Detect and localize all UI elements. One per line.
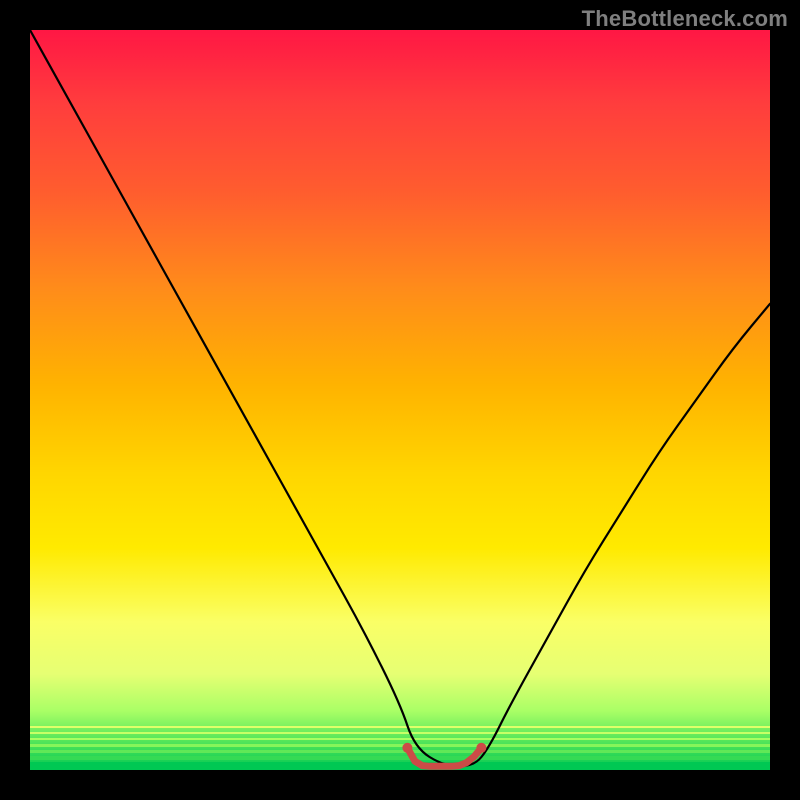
bottleneck-chart: TheBottleneck.com	[0, 0, 800, 800]
chart-gradient-background	[30, 30, 770, 770]
watermark-text: TheBottleneck.com	[582, 6, 788, 32]
